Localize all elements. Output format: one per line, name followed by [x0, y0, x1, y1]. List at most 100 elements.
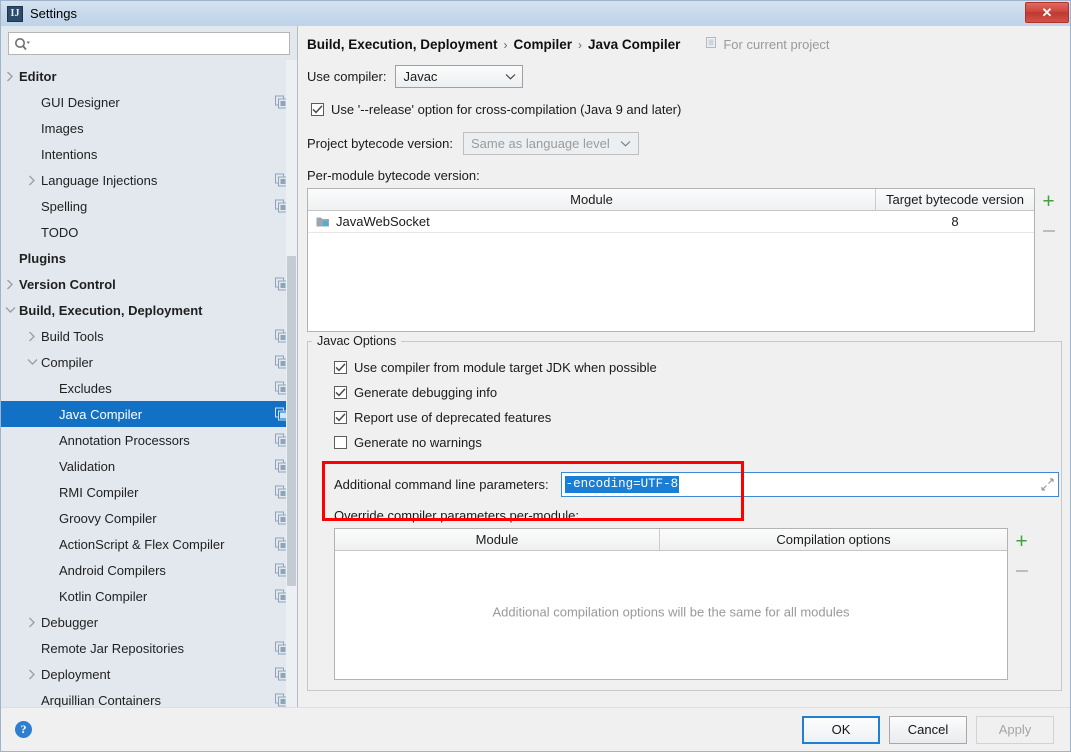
breadcrumb-item-0[interactable]: Build, Execution, Deployment — [307, 37, 498, 52]
project-bytecode-label: Project bytecode version: — [307, 136, 453, 151]
sidebar-scrollbar-thumb[interactable] — [287, 256, 296, 586]
module-name: JavaWebSocket — [336, 214, 430, 229]
sidebar-item-deployment[interactable]: Deployment — [1, 661, 297, 687]
sidebar-item-label: Spelling — [41, 198, 88, 214]
sidebar-item-excludes[interactable]: Excludes — [1, 375, 297, 401]
javac-option-checkbox[interactable] — [334, 386, 347, 399]
sidebar-item-annotation-processors[interactable]: Annotation Processors — [1, 427, 297, 453]
chevron-right-icon[interactable] — [23, 175, 41, 186]
sidebar-item-label: TODO — [41, 224, 79, 240]
sidebar-item-todo[interactable]: TODO — [1, 219, 297, 245]
sidebar-item-intentions[interactable]: Intentions — [1, 141, 297, 167]
ok-button[interactable]: OK — [802, 715, 880, 744]
chevron-right-icon[interactable] — [1, 71, 19, 82]
help-icon[interactable]: ? — [15, 721, 32, 738]
module-table-body: JavaWebSocket 8 — [308, 211, 1034, 331]
sidebar-item-actionscript-flex-compiler[interactable]: ActionScript & Flex Compiler — [1, 531, 297, 557]
column-header-module[interactable]: Module — [335, 529, 660, 550]
chevron-down-icon — [500, 73, 520, 80]
per-module-bytecode-label: Per-module bytecode version: — [307, 168, 480, 183]
title-bar: IJ Settings ✕ — [1, 1, 1070, 26]
chevron-right-icon[interactable] — [23, 669, 41, 680]
column-header-compilation-options[interactable]: Compilation options — [660, 529, 1007, 550]
release-option-checkbox[interactable] — [311, 102, 324, 116]
sidebar-item-kotlin-compiler[interactable]: Kotlin Compiler — [1, 583, 297, 609]
sidebar-item-label: Android Compilers — [59, 562, 166, 578]
chevron-right-icon[interactable] — [23, 331, 41, 342]
javac-option-row: Use compiler from module target JDK when… — [334, 355, 1061, 380]
sidebar-item-remote-jar-repositories[interactable]: Remote Jar Repositories — [1, 635, 297, 661]
apply-button[interactable]: Apply — [976, 715, 1054, 744]
table-row[interactable]: JavaWebSocket 8 — [308, 211, 1034, 233]
breadcrumb-item-2[interactable]: Java Compiler — [588, 37, 680, 52]
use-compiler-select[interactable]: Javac — [395, 64, 524, 88]
sidebar-item-compiler[interactable]: Compiler — [1, 349, 297, 375]
sidebar-item-plugins[interactable]: Plugins — [1, 245, 297, 271]
remove-override-button[interactable] — [1011, 560, 1033, 582]
override-params-table: Module Compilation options Additional co… — [334, 528, 1061, 680]
sidebar-item-label: RMI Compiler — [59, 484, 139, 500]
override-table-grid[interactable]: Module Compilation options Additional co… — [334, 528, 1008, 680]
column-header-module[interactable]: Module — [308, 189, 876, 210]
use-compiler-value: Javac — [403, 68, 438, 84]
sidebar-item-build-tools[interactable]: Build Tools — [1, 323, 297, 349]
cancel-button[interactable]: Cancel — [889, 715, 967, 744]
dialog-body: Editor GUI Designer Images Intentions Langua… — [1, 26, 1070, 707]
add-module-button[interactable]: + — [1038, 190, 1060, 212]
sidebar-item-label: Version Control — [19, 276, 116, 292]
javac-option-row: Generate no warnings — [334, 430, 1061, 455]
javac-option-label: Report use of deprecated features — [354, 410, 552, 425]
chevron-right-icon[interactable] — [23, 617, 41, 628]
sidebar-scrollbar-track[interactable] — [286, 60, 297, 707]
sidebar-item-gui-designer[interactable]: GUI Designer — [1, 89, 297, 115]
additional-params-label: Additional command line parameters: — [334, 477, 549, 492]
sidebar-item-groovy-compiler[interactable]: Groovy Compiler — [1, 505, 297, 531]
module-table-grid[interactable]: Module Target bytecode version JavaWebSo… — [307, 188, 1035, 332]
sidebar-item-build-execution-deployment[interactable]: Build, Execution, Deployment — [1, 297, 297, 323]
chevron-right-icon[interactable] — [1, 279, 19, 290]
target-bytecode-cell[interactable]: 8 — [876, 211, 1034, 232]
breadcrumb: Build, Execution, Deployment › Compiler … — [307, 26, 1062, 56]
settings-main-panel: Build, Execution, Deployment › Compiler … — [298, 26, 1070, 707]
sidebar-item-android-compilers[interactable]: Android Compilers — [1, 557, 297, 583]
search-container — [1, 26, 297, 60]
close-icon[interactable]: ✕ — [1025, 2, 1069, 23]
project-bytecode-select[interactable]: Same as language level — [462, 132, 639, 155]
remove-module-button[interactable] — [1038, 220, 1060, 242]
search-input[interactable] — [30, 35, 284, 52]
sidebar-item-label: Plugins — [19, 250, 66, 266]
use-compiler-label: Use compiler: — [307, 68, 387, 84]
sidebar-item-images[interactable]: Images — [1, 115, 297, 141]
add-override-button[interactable]: + — [1011, 530, 1033, 552]
javac-option-checkbox[interactable] — [334, 411, 347, 424]
sidebar-item-label: Arquillian Containers — [41, 692, 161, 708]
scope-note-label: For current project — [723, 37, 830, 52]
sidebar-item-java-compiler[interactable]: Java Compiler — [1, 401, 297, 427]
column-header-target-bytecode[interactable]: Target bytecode version — [876, 189, 1034, 210]
sidebar-item-language-injections[interactable]: Language Injections — [1, 167, 297, 193]
additional-params-input[interactable]: -encoding=UTF-8 — [560, 472, 1059, 497]
sidebar-item-label: Groovy Compiler — [59, 510, 157, 526]
override-table-empty-message: Additional compilation options will be t… — [492, 604, 850, 620]
sidebar-item-rmi-compiler[interactable]: RMI Compiler — [1, 479, 297, 505]
search-box[interactable] — [8, 32, 290, 55]
sidebar-item-debugger[interactable]: Debugger — [1, 609, 297, 635]
additional-params-row: Additional command line parameters: -enc… — [334, 472, 1061, 497]
chevron-down-icon[interactable] — [23, 358, 41, 366]
dialog-footer: ? OK Cancel Apply — [1, 707, 1070, 751]
chevron-down-icon[interactable] — [1, 306, 19, 314]
intellij-idea-icon: IJ — [7, 5, 23, 22]
javac-option-checkbox[interactable] — [334, 361, 347, 374]
module-bytecode-table: Module Target bytecode version JavaWebSo… — [307, 188, 1062, 332]
breadcrumb-item-1[interactable]: Compiler — [514, 37, 573, 52]
sidebar-item-version-control[interactable]: Version Control — [1, 271, 297, 297]
sidebar-item-editor[interactable]: Editor — [1, 63, 297, 89]
javac-option-checkbox[interactable] — [334, 436, 347, 449]
expand-icon[interactable] — [1040, 478, 1054, 492]
sidebar-item-spelling[interactable]: Spelling — [1, 193, 297, 219]
settings-dialog: IJ Settings ✕ Editor GUI Designer Images… — [0, 0, 1071, 752]
sidebar-item-arquillian-containers[interactable]: Arquillian Containers — [1, 687, 297, 707]
sidebar-item-validation[interactable]: Validation — [1, 453, 297, 479]
settings-tree[interactable]: Editor GUI Designer Images Intentions Langua… — [1, 60, 297, 707]
javac-option-label: Use compiler from module target JDK when… — [354, 360, 657, 375]
